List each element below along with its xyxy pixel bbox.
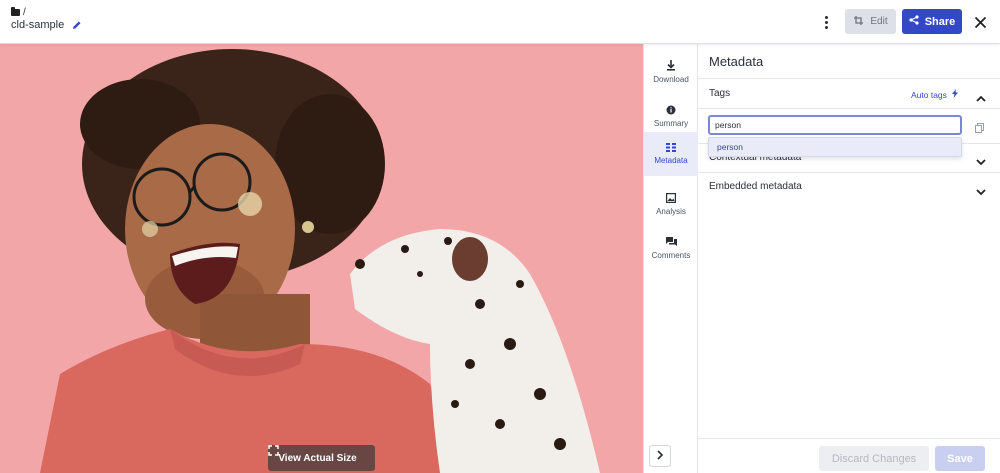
lightning-icon bbox=[951, 89, 958, 100]
kebab-menu-icon[interactable] bbox=[818, 12, 834, 32]
chevron-down-icon[interactable] bbox=[976, 153, 986, 171]
asset-title: cld-sample bbox=[11, 19, 65, 31]
embedded-metadata-label: Embedded metadata bbox=[709, 181, 802, 192]
info-icon bbox=[666, 105, 676, 115]
auto-tags-label: Auto tags bbox=[911, 89, 947, 100]
embedded-metadata-section[interactable]: Embedded metadata bbox=[698, 172, 1000, 201]
chevron-up-icon[interactable] bbox=[976, 89, 986, 107]
tags-divider bbox=[698, 108, 1000, 109]
chevron-right-icon bbox=[656, 447, 664, 465]
breadcrumb-separator: / bbox=[23, 7, 26, 18]
pencil-icon[interactable] bbox=[72, 20, 82, 30]
discard-changes-button[interactable]: Discard Changes bbox=[819, 446, 929, 471]
metadata-panel: Metadata Tags Auto tags person Contextua… bbox=[698, 44, 1000, 473]
download-icon bbox=[666, 60, 676, 71]
view-actual-size-label: View Actual Size bbox=[278, 452, 357, 464]
tag-suggestion-label: person bbox=[717, 142, 743, 152]
nav-metadata-label: Metadata bbox=[654, 156, 688, 165]
edit-label: Edit bbox=[870, 16, 888, 27]
folder-icon bbox=[11, 7, 20, 16]
share-button[interactable]: Share bbox=[902, 9, 962, 34]
share-label: Share bbox=[924, 15, 956, 28]
nav-analysis-label: Analysis bbox=[656, 206, 686, 216]
nav-comments[interactable]: Comments bbox=[644, 226, 698, 270]
preview-photo bbox=[0, 44, 643, 473]
nav-analysis[interactable]: Analysis bbox=[644, 182, 698, 226]
nav-download[interactable]: Download bbox=[644, 50, 698, 94]
tag-suggestion[interactable]: person bbox=[708, 137, 962, 157]
auto-tags-button[interactable]: Auto tags bbox=[911, 89, 958, 100]
close-icon[interactable] bbox=[970, 12, 990, 32]
save-button[interactable]: Save bbox=[935, 446, 985, 471]
chevron-down-icon[interactable] bbox=[976, 183, 986, 201]
image-preview[interactable]: View Actual Size bbox=[0, 44, 643, 473]
nav-comments-label: Comments bbox=[651, 250, 691, 260]
tag-input[interactable] bbox=[708, 115, 962, 135]
edit-crop-icon bbox=[853, 15, 864, 29]
breadcrumb[interactable]: / bbox=[11, 7, 26, 18]
tags-label: Tags bbox=[709, 88, 731, 99]
nav-download-label: Download bbox=[653, 75, 689, 84]
expand-panel-button[interactable] bbox=[649, 445, 671, 467]
panel-title: Metadata bbox=[709, 54, 764, 69]
edit-button[interactable]: Edit bbox=[845, 9, 896, 34]
metadata-icon bbox=[666, 143, 676, 152]
top-bar: / cld-sample Edit Share bbox=[0, 0, 1000, 44]
side-nav: Download Summary Metadata Analysis Comme… bbox=[643, 44, 698, 473]
view-actual-size-button[interactable]: View Actual Size bbox=[268, 445, 375, 471]
image-analysis-icon bbox=[666, 192, 676, 203]
nav-summary-label: Summary bbox=[653, 118, 689, 128]
share-icon bbox=[909, 15, 919, 28]
panel-footer: Discard Changes Save bbox=[698, 438, 1000, 473]
copy-icon[interactable] bbox=[975, 120, 984, 138]
nav-metadata[interactable]: Metadata bbox=[644, 132, 698, 176]
comments-icon bbox=[665, 236, 677, 247]
